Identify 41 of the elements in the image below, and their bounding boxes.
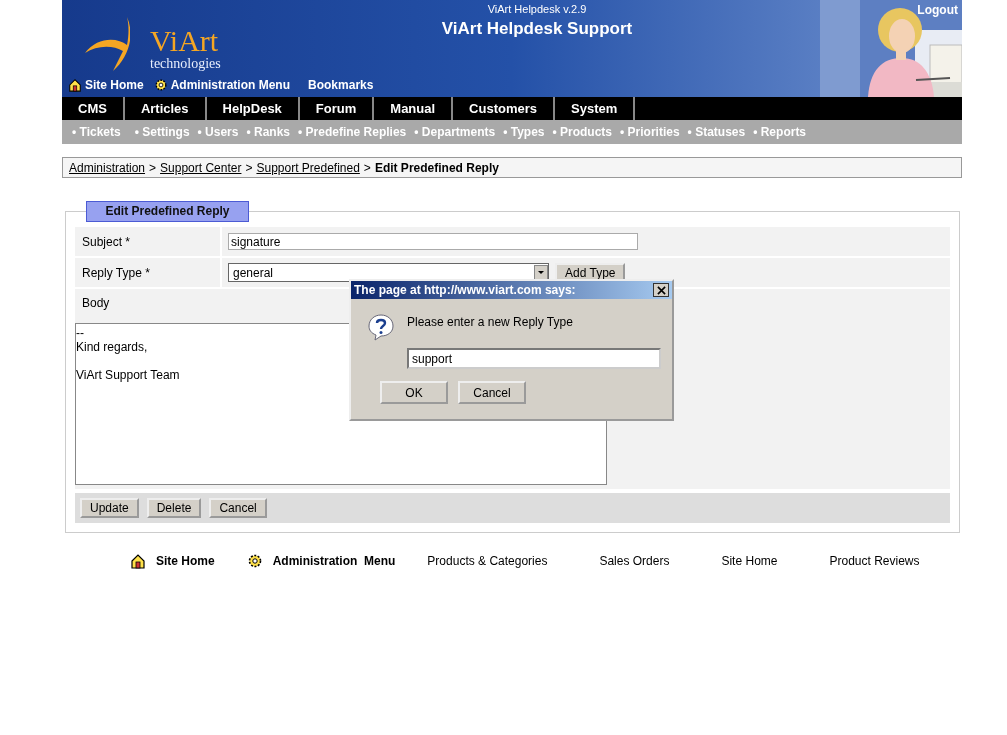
field-label: Subject *	[75, 227, 222, 256]
dialog-button[interactable]: OK	[380, 381, 448, 404]
reply-type-field[interactable]: support	[407, 348, 661, 369]
breadcrumb-separator: >	[245, 160, 253, 175]
swoosh-icon	[84, 16, 130, 72]
gear-icon	[246, 553, 263, 569]
field-label: Reply Type *	[75, 258, 222, 287]
field-label: Body	[81, 295, 111, 312]
footer-link[interactable]: Product Reviews	[829, 554, 920, 568]
footer-link[interactable]: Site Home	[130, 553, 215, 569]
subject-field[interactable]: signature	[228, 233, 638, 250]
form-button[interactable]: Cancel	[209, 498, 267, 518]
breadcrumb-link[interactable]: Support Predefined	[256, 160, 360, 175]
breadcrumb-current: Edit Predefined Reply	[374, 160, 499, 175]
dialog-title: The page at http://www.viart.com says:	[354, 283, 576, 297]
breadcrumb-link[interactable]: Administration	[69, 160, 146, 175]
header-link[interactable]: Site Home	[68, 78, 144, 92]
site-title: ViArt Helpdesk Support	[441, 19, 633, 39]
footer-link[interactable]: Sales Orders	[599, 554, 670, 568]
logout-link[interactable]: Logout	[917, 3, 958, 17]
logo-text: ViArt	[150, 26, 220, 56]
footer-link[interactable]: Administration Menu	[246, 553, 396, 569]
close-button[interactable]	[653, 283, 669, 297]
form-button[interactable]: Update	[80, 498, 139, 518]
form-title: Edit Predefined Reply	[86, 201, 249, 222]
logo-tagline: technologies	[150, 56, 221, 72]
form-button[interactable]: Delete	[146, 498, 202, 518]
breadcrumb-separator: >	[363, 160, 371, 175]
footer-link[interactable]: Products & Categories	[427, 554, 548, 568]
dialog-button[interactable]: Cancel	[458, 381, 526, 404]
close-icon	[656, 285, 666, 295]
gear-icon	[153, 78, 168, 92]
house-icon	[130, 553, 146, 569]
breadcrumb-link[interactable]: Support Center	[160, 160, 242, 175]
footer-link[interactable]: Site Home	[721, 554, 778, 568]
question-icon	[367, 313, 395, 341]
breadcrumb-separator: >	[149, 160, 157, 175]
header-link[interactable]: Bookmarks	[308, 78, 374, 92]
house-icon	[68, 78, 82, 92]
version-text: ViArt Helpdesk v.2.9	[487, 3, 587, 15]
header-link[interactable]: Administration Menu	[153, 78, 291, 92]
